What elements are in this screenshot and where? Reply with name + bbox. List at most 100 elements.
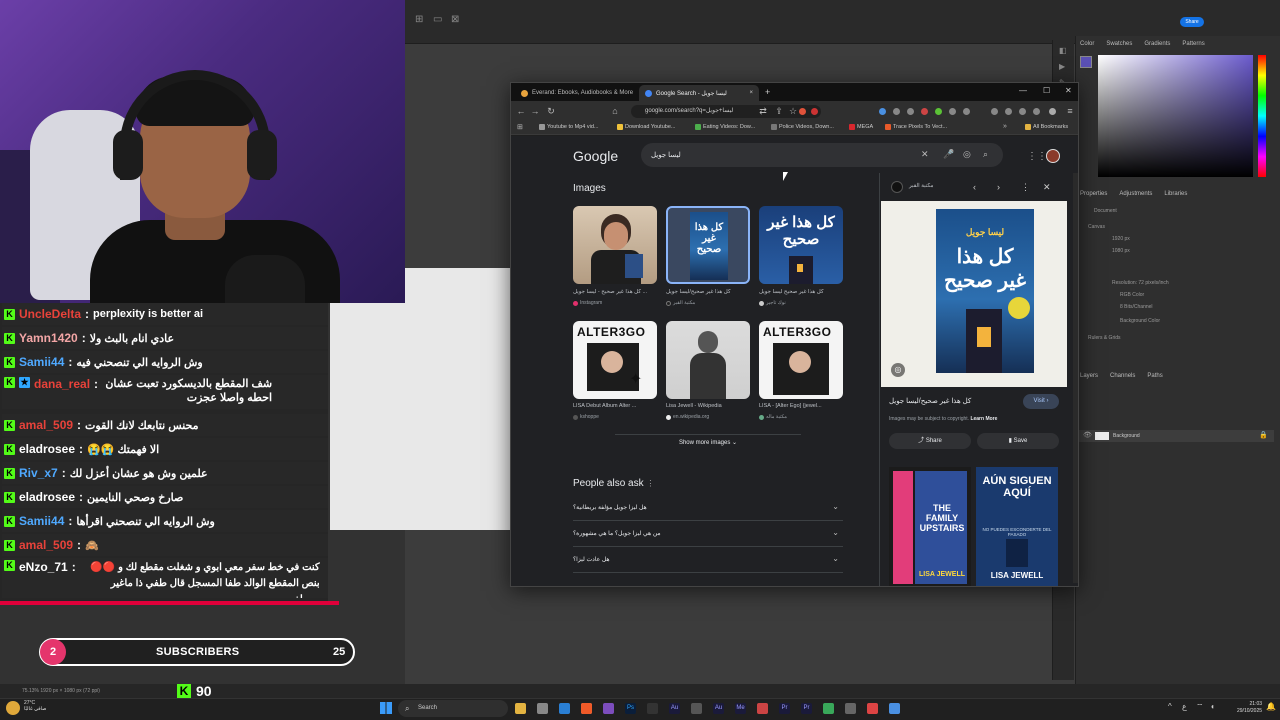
avatar[interactable] <box>1046 149 1060 163</box>
foreground-color-swatch[interactable] <box>1080 56 1092 68</box>
preview-source[interactable]: مكتبة القبر <box>909 183 933 189</box>
file-explorer-icon[interactable] <box>515 703 526 714</box>
app-icon[interactable] <box>757 703 768 714</box>
voice-search-icon[interactable]: 🎤 <box>943 149 954 160</box>
extension-icon[interactable] <box>1005 108 1012 115</box>
bookmark-item[interactable]: Eating Videos: Dow... <box>695 124 755 130</box>
bookmark-item[interactable]: Police Videos, Down... <box>771 124 834 130</box>
audition-icon[interactable]: Au <box>669 703 680 714</box>
tab-properties[interactable]: Properties <box>1080 191 1107 203</box>
close-window-icon[interactable]: ✕ <box>1065 86 1072 95</box>
google-apps-icon[interactable]: ⋮⋮ <box>1027 151 1047 162</box>
taskbar-search[interactable]: ⌕ Search <box>398 700 508 717</box>
bookmark-item[interactable]: Download Youtube... <box>617 124 675 130</box>
weather-widget[interactable]: 27°C صافي غالبًا <box>24 700 46 712</box>
canvas-height[interactable]: 1080 px <box>1112 248 1130 254</box>
extension-icon[interactable] <box>907 108 914 115</box>
preview-title[interactable]: كل هذا غير صحيح/ليسا جويل <box>889 397 971 405</box>
arrange-icon[interactable]: ◧ <box>1059 46 1067 55</box>
app-icon[interactable] <box>845 703 856 714</box>
app-icon[interactable] <box>691 703 702 714</box>
extension-icon[interactable] <box>893 108 900 115</box>
related-image[interactable]: THE FAMILY UPSTAIRS LISA JEWELL <box>889 467 971 586</box>
bookmark-item[interactable]: MEGA <box>849 124 873 130</box>
tray-chevron-icon[interactable]: ^ <box>1168 702 1172 711</box>
extension-icon[interactable] <box>1033 108 1040 115</box>
move-tool-icon[interactable]: ⊞ <box>415 14 423 25</box>
app-icon[interactable] <box>537 703 548 714</box>
tab-google-search[interactable]: Google Search - ليسا جويل × <box>639 85 759 101</box>
paa-question[interactable]: هل عادت ليزا؟ ⌄ <box>573 547 843 573</box>
premiere-icon[interactable]: Pr <box>801 703 812 714</box>
paa-question[interactable]: من هي ليزا جويل؟ ما هي مشهورة؟ ⌄ <box>573 521 843 547</box>
wallet-icon[interactable] <box>1019 108 1026 115</box>
eye-icon[interactable]: 👁 <box>1083 431 1092 439</box>
audition-icon[interactable]: Au <box>713 703 724 714</box>
more-bookmarks-icon[interactable]: » <box>1003 123 1007 130</box>
language-icon[interactable]: ع <box>1182 702 1187 711</box>
share-page-icon[interactable]: ⇪ <box>773 105 785 117</box>
image-caption[interactable]: LISA Debut Album Alter ... <box>573 403 657 409</box>
notification-icon[interactable]: 🔔 <box>1266 702 1276 711</box>
image-result[interactable]: ALTER3GO <box>759 321 843 399</box>
share-image-button[interactable]: ⤴ Share <box>889 433 971 449</box>
image-caption[interactable]: كل هذا غير صحيح - ليسا جويل ... <box>573 289 657 295</box>
image-result[interactable]: ALTER3GO ✦ <box>573 321 657 399</box>
share-button[interactable]: Share <box>1180 17 1204 27</box>
visit-button[interactable]: Visit › <box>1023 394 1059 409</box>
image-caption[interactable]: Lisa Jewell - Wikipedia <box>666 403 750 409</box>
visual-studio-icon[interactable] <box>603 703 614 714</box>
reload-icon[interactable]: ↻ <box>545 105 557 117</box>
app-icon[interactable] <box>823 703 834 714</box>
extension-icon[interactable] <box>949 108 956 115</box>
related-image[interactable]: AÚN SIGUEN AQUÍ NO PUEDES ESCONDERTE DEL… <box>976 467 1058 586</box>
hue-slider[interactable] <box>1258 55 1266 177</box>
premiere-icon[interactable]: Pr <box>779 703 790 714</box>
back-icon[interactable]: ← <box>515 105 527 117</box>
translate-icon[interactable]: ⇄ <box>757 105 769 117</box>
bookmark-manager-icon[interactable]: ⌂ <box>609 105 621 117</box>
tab-paths[interactable]: Paths <box>1147 373 1162 385</box>
volume-icon[interactable]: ◖ <box>1210 702 1215 711</box>
minimize-icon[interactable]: — <box>1019 86 1027 95</box>
app-icon[interactable] <box>889 703 900 714</box>
image-result[interactable] <box>573 206 657 284</box>
bookmark-item[interactable]: Youtube to Mp4 vid... <box>539 124 598 130</box>
extension-icon[interactable] <box>935 108 942 115</box>
image-caption[interactable]: LISA - [Alter Ego] {jewel... <box>759 403 843 409</box>
windows-start-icon[interactable] <box>380 702 392 714</box>
weather-icon[interactable] <box>6 701 20 715</box>
tab-adjustments[interactable]: Adjustments <box>1119 191 1152 203</box>
close-tab-icon[interactable]: × <box>749 90 753 96</box>
lens-icon[interactable]: ◎ <box>963 149 971 160</box>
tab-libraries[interactable]: Libraries <box>1164 191 1187 203</box>
bookmark-item[interactable]: Trace Pixels To Vect... <box>885 124 947 130</box>
photoshop-icon[interactable]: Ps <box>625 703 636 714</box>
capcut-icon[interactable] <box>647 703 658 714</box>
search-icon[interactable]: ⌕ <box>983 149 988 160</box>
extension-icon[interactable] <box>879 108 886 115</box>
tab-swatches[interactable]: Swatches <box>1106 41 1132 53</box>
previous-image-icon[interactable]: ‹ <box>973 182 976 192</box>
image-result-selected[interactable]: كل هذا غير صحيح <box>666 206 750 284</box>
grid-icon[interactable]: ⊠ <box>451 14 459 25</box>
play-icon[interactable]: ▶ <box>1059 62 1065 71</box>
google-logo[interactable]: Google <box>573 148 618 164</box>
brave-shield-icon[interactable] <box>799 108 806 115</box>
color-picker-field[interactable] <box>1098 55 1253 177</box>
forward-icon[interactable]: → <box>529 105 541 117</box>
image-result[interactable]: كل هذا غير صحيح <box>759 206 843 284</box>
profile-icon[interactable] <box>1049 108 1056 115</box>
show-more-images-button[interactable]: Show more images ⌄ <box>615 434 801 450</box>
sidebar-icon[interactable] <box>991 108 998 115</box>
taskbar-clock[interactable]: 21:03 29/10/2025 <box>1237 701 1262 715</box>
app-icon[interactable] <box>867 703 878 714</box>
extension-icon[interactable] <box>963 108 970 115</box>
close-panel-icon[interactable]: ✕ <box>1043 182 1051 193</box>
image-caption[interactable]: كل هذا غير صحيح ليسا جويل <box>759 289 843 295</box>
tab-gradients[interactable]: Gradients <box>1144 41 1170 53</box>
scrollbar[interactable] <box>1073 173 1078 583</box>
more-options-icon[interactable]: ⋮ <box>646 479 654 488</box>
image-caption[interactable]: كل هذا غير صحيح/ليسا جويل <box>666 289 750 295</box>
bookmark-star-icon[interactable]: ☆ <box>787 105 799 117</box>
